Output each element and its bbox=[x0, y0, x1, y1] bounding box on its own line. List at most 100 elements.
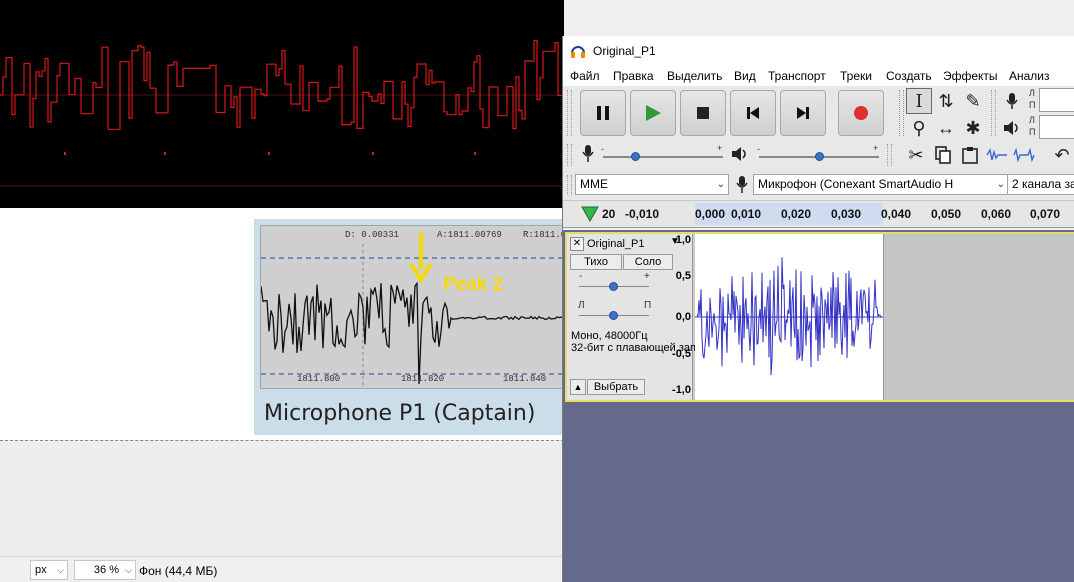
menu-edit[interactable]: Правка bbox=[613, 69, 654, 83]
record-volume-slider[interactable] bbox=[603, 156, 723, 158]
track-name-button[interactable]: Original_P1 bbox=[587, 237, 667, 251]
audio-track[interactable]: ✕ Original_P1 ▼ Тихо Соло - + Л П Моно, … bbox=[565, 232, 1074, 402]
pause-button[interactable] bbox=[580, 90, 626, 136]
ruler-label: 0,050 bbox=[931, 207, 962, 221]
skip-end-button[interactable] bbox=[780, 90, 826, 136]
zoom-select[interactable]: 36 % ⌵ bbox=[74, 560, 136, 580]
speaker-icon bbox=[1004, 121, 1018, 135]
menu-transport[interactable]: Транспорт bbox=[768, 69, 826, 83]
toolbar-grip[interactable] bbox=[991, 90, 996, 136]
mixer-speaker-icon bbox=[731, 146, 751, 165]
ruler-label: 0,070 bbox=[1030, 207, 1061, 221]
selection-tool[interactable]: I bbox=[906, 88, 932, 114]
playback-volume-knob[interactable] bbox=[815, 152, 824, 161]
play-meter[interactable] bbox=[1039, 115, 1074, 139]
play-head-icon[interactable] bbox=[581, 206, 599, 222]
waveform bbox=[695, 257, 883, 376]
ruler-label: 0,000 bbox=[695, 207, 726, 221]
skip-end-icon bbox=[797, 107, 809, 119]
menu-analyze[interactable]: Анализ bbox=[1009, 69, 1050, 83]
menu-select[interactable]: Выделить bbox=[667, 69, 722, 83]
channels-select[interactable]: 2 канала за bbox=[1007, 174, 1074, 195]
waveform-empty-region[interactable] bbox=[883, 234, 1074, 400]
stop-button[interactable] bbox=[680, 90, 726, 136]
record-volume-knob[interactable] bbox=[631, 152, 640, 161]
draw-tool[interactable]: ✎ bbox=[960, 88, 986, 114]
chevron-up-icon: ▲ bbox=[573, 382, 583, 392]
amplitude-label: 0,5 bbox=[675, 270, 691, 282]
audacity-window: Original_P1 Файл Правка Выделить Вид Тра… bbox=[562, 36, 1074, 582]
input-device-select[interactable]: Микрофон (Conexant SmartAudio H ⌄ bbox=[753, 174, 1009, 195]
scissors-icon: ✂ bbox=[908, 144, 924, 165]
meter-right-label: П bbox=[1029, 127, 1036, 137]
layer-info: Фон (44,4 МБ) bbox=[139, 564, 218, 578]
play-button[interactable] bbox=[630, 90, 676, 136]
toolbar-grip[interactable] bbox=[899, 90, 904, 136]
trim-button[interactable] bbox=[984, 142, 1010, 168]
ruler-label: 0,060 bbox=[981, 207, 1012, 221]
menu-effects[interactable]: Эффекты bbox=[943, 69, 998, 83]
microphone-icon bbox=[1006, 93, 1018, 109]
meter-left-label: Л bbox=[1029, 88, 1035, 98]
track-area[interactable]: ✕ Original_P1 ▼ Тихо Соло - + Л П Моно, … bbox=[563, 230, 1074, 582]
record-button[interactable] bbox=[838, 90, 884, 136]
gain-knob[interactable] bbox=[609, 282, 618, 291]
record-meter-button[interactable] bbox=[999, 88, 1025, 114]
time-shift-tool[interactable]: ↔ bbox=[933, 115, 959, 141]
toolbar-grip[interactable] bbox=[567, 90, 572, 136]
toolbar-grip[interactable] bbox=[567, 175, 572, 195]
device-toolbar: MME ⌄ Микрофон (Conexant SmartAudio H ⌄ … bbox=[563, 172, 1074, 198]
play-icon bbox=[646, 105, 661, 121]
ruler-start-label: 20 bbox=[602, 207, 616, 221]
audio-host-value: MME bbox=[580, 177, 608, 191]
select-track-button[interactable]: Выбрать bbox=[587, 379, 645, 395]
clipboard-icon bbox=[962, 147, 978, 164]
mute-button[interactable]: Тихо bbox=[570, 254, 622, 270]
menu-view[interactable]: Вид bbox=[734, 69, 756, 83]
window-title: Original_P1 bbox=[593, 44, 656, 58]
zoom-tool[interactable]: ⚲ bbox=[906, 115, 932, 141]
toolbar-grip[interactable] bbox=[887, 144, 892, 166]
oscilloscope-trace-image bbox=[0, 0, 564, 208]
play-meter-button[interactable] bbox=[999, 115, 1025, 141]
timeline-ruler[interactable]: 20 -0,010 0,000 0,010 0,020 0,030 0,040 … bbox=[563, 200, 1074, 228]
cut-button[interactable]: ✂ bbox=[903, 142, 929, 168]
close-track-button[interactable]: ✕ bbox=[570, 237, 584, 251]
chevron-down-icon: ⌵ bbox=[57, 565, 64, 575]
i-beam-icon: I bbox=[915, 90, 923, 112]
red-trace-graphic bbox=[0, 39, 564, 187]
menu-bar: Файл Правка Выделить Вид Транспорт Треки… bbox=[563, 66, 1074, 86]
record-meter[interactable] bbox=[1039, 88, 1074, 112]
meter-right-label: П bbox=[1029, 100, 1036, 110]
oscilloscope-screen: D: 0.00331 A:1811.00769 R:1811.0910 Peak… bbox=[260, 225, 564, 389]
image-editor-window: D: 0.00331 A:1811.00769 R:1811.0910 Peak… bbox=[0, 0, 564, 582]
time-tick: 1811.800 bbox=[297, 374, 341, 384]
waveform-selection[interactable] bbox=[695, 234, 883, 400]
silence-button[interactable] bbox=[1011, 142, 1037, 168]
slider-min-label: - bbox=[757, 144, 760, 154]
menu-generate[interactable]: Создать bbox=[886, 69, 932, 83]
time-tick: 1811.840 bbox=[503, 374, 547, 384]
collapse-track-button[interactable]: ▲ bbox=[570, 379, 586, 395]
paste-button[interactable] bbox=[957, 142, 983, 168]
pan-knob[interactable] bbox=[609, 311, 618, 320]
close-icon: ✕ bbox=[572, 238, 582, 249]
menu-file[interactable]: Файл bbox=[570, 69, 600, 83]
skip-start-button[interactable] bbox=[730, 90, 776, 136]
copy-button[interactable] bbox=[930, 142, 956, 168]
multi-tool[interactable]: ✱ bbox=[960, 115, 986, 141]
solo-button[interactable]: Соло bbox=[623, 254, 673, 270]
pencil-icon: ✎ bbox=[965, 90, 981, 111]
photo-caption: Microphone P1 (Captain) bbox=[264, 401, 536, 426]
ruler-label: 0,030 bbox=[831, 207, 862, 221]
envelope-tool[interactable]: ⇅ bbox=[933, 88, 959, 114]
audio-host-select[interactable]: MME ⌄ bbox=[575, 174, 729, 195]
trim-audio-icon bbox=[986, 148, 1007, 161]
mixer-microphone-icon bbox=[581, 144, 595, 167]
title-bar[interactable]: Original_P1 bbox=[563, 36, 1074, 66]
undo-button[interactable]: ↶ bbox=[1049, 142, 1074, 168]
unit-select[interactable]: px ⌵ bbox=[30, 560, 68, 580]
toolbar-grip[interactable] bbox=[567, 144, 572, 166]
canvas-background bbox=[0, 441, 564, 554]
menu-tracks[interactable]: Треки bbox=[840, 69, 872, 83]
